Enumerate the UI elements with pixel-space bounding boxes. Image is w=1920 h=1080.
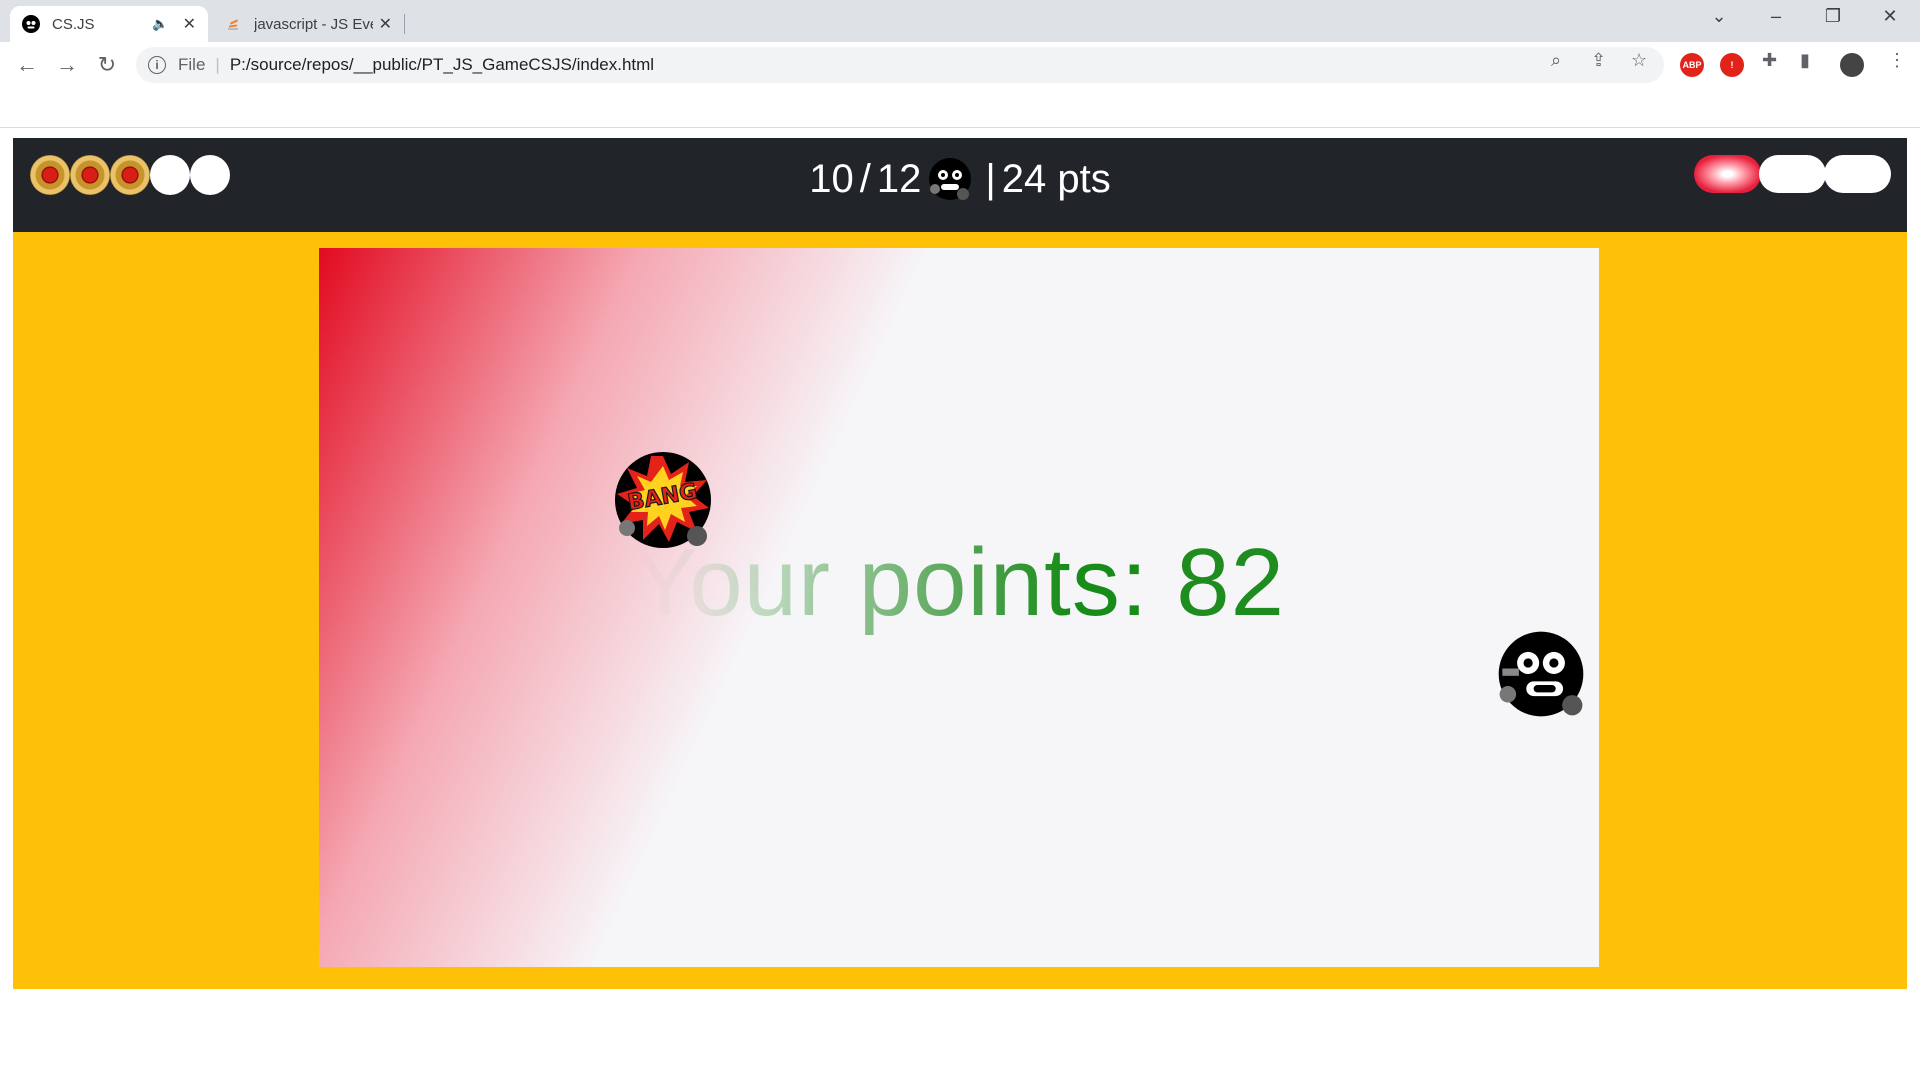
tab-divider <box>404 14 405 34</box>
robber-face-icon <box>22 15 40 33</box>
close-window-icon[interactable]: ✕ <box>1867 6 1913 27</box>
address-bar[interactable]: i File | P:/source/repos/__public/PT_JS_… <box>136 47 1664 83</box>
life-remaining <box>1824 155 1891 193</box>
shots-separator: / <box>859 156 871 201</box>
adblock-icon[interactable]: ABP <box>1680 53 1704 77</box>
points-label: Your points: <box>633 529 1177 636</box>
robber-target[interactable] <box>1495 628 1587 720</box>
bang-target[interactable]: BANG <box>613 450 713 550</box>
robber-face-icon <box>927 156 973 202</box>
browser-toolbar: ← → ↻ i File | P:/source/repos/__public/… <box>0 42 1920 88</box>
tab-stackoverflow[interactable]: javascript - JS Eve ✕ <box>212 6 404 42</box>
tab-title: CS.JS <box>52 15 95 33</box>
share-icon[interactable]: ⇪ <box>1591 50 1606 71</box>
score-separator: | <box>985 156 996 201</box>
profile-avatar[interactable] <box>1840 53 1864 77</box>
lives-indicator <box>1694 155 1891 193</box>
stackoverflow-icon <box>224 15 242 33</box>
restore-icon[interactable]: ❐ <box>1810 6 1856 27</box>
points-display: Your points: 82 <box>319 528 1599 638</box>
score: 24 pts <box>1001 156 1111 201</box>
life-remaining <box>1759 155 1826 193</box>
play-field[interactable]: Your points: 82 BANG <box>319 248 1599 967</box>
tab-csjs[interactable]: CS.JS 🔈 ✕ <box>10 6 208 42</box>
extensions-puzzle-icon[interactable]: ✚ <box>1762 50 1777 71</box>
game-container: 10 / 12 | 24 pts Your points: 82 BANG <box>13 138 1907 989</box>
shots-total: 12 <box>876 156 922 201</box>
shield-extension-icon[interactable]: ! <box>1720 53 1744 77</box>
file-label: File <box>178 55 206 74</box>
info-icon[interactable]: i <box>148 56 166 74</box>
close-tab-icon[interactable]: ✕ <box>183 14 196 34</box>
zoom-icon[interactable]: ⌕ <box>1551 50 1561 71</box>
browser-tabstrip: CS.JS 🔈 ✕ javascript - JS Eve ✕ ⌄ – ❐ ✕ <box>0 0 1920 42</box>
reload-icon[interactable]: ↻ <box>93 51 121 79</box>
forward-icon[interactable]: → <box>53 51 81 79</box>
speaker-icon[interactable]: 🔈 <box>152 16 168 32</box>
side-panel-icon[interactable]: ▮ <box>1800 50 1810 71</box>
close-tab-icon[interactable]: ✕ <box>379 14 392 34</box>
page-top-border <box>0 127 1920 128</box>
hud-stats: 10 / 12 | 24 pts <box>13 156 1907 202</box>
minimize-icon[interactable]: – <box>1753 6 1799 27</box>
tab-search-icon[interactable]: ⌄ <box>1696 6 1742 27</box>
points-value: 82 <box>1176 529 1285 636</box>
url-text[interactable]: P:/source/repos/__public/PT_JS_GameCSJS/… <box>230 55 654 75</box>
bookmark-star-icon[interactable]: ☆ <box>1631 50 1647 71</box>
menu-dots-icon[interactable]: ⋮ <box>1888 50 1906 71</box>
shots-fired: 10 <box>809 156 854 201</box>
back-icon[interactable]: ← <box>13 51 41 79</box>
life-lost <box>1694 155 1761 193</box>
divider: | <box>215 55 220 74</box>
hud-bar: 10 / 12 | 24 pts <box>13 138 1907 232</box>
tab-title: javascript - JS Eve <box>254 15 373 33</box>
